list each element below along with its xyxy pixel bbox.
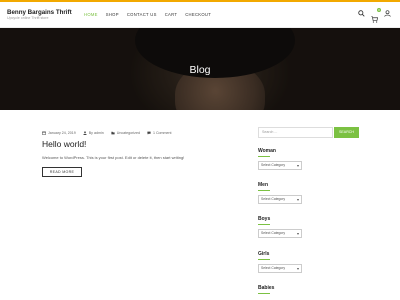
widget-title: Girls xyxy=(258,251,270,257)
nav-shop[interactable]: SHOP xyxy=(106,12,119,17)
cart-count-badge: 0 xyxy=(377,8,381,12)
read-more-button[interactable]: READ MORE xyxy=(42,167,82,177)
widget-underline xyxy=(258,156,270,157)
calendar-icon xyxy=(42,131,46,135)
widget-title: Woman xyxy=(258,148,276,154)
header-icons: 0 xyxy=(352,8,391,23)
page-title: Blog xyxy=(189,64,211,76)
post-category-text: Uncategorized xyxy=(116,131,140,135)
category-select-value: Select Category xyxy=(261,197,286,201)
search-icon[interactable] xyxy=(358,10,365,17)
site-header: Benny Bargains Thrift Upcycle online Thr… xyxy=(0,2,400,28)
widget-woman: Woman Select Category xyxy=(258,148,358,170)
post-title[interactable]: Hello world! xyxy=(42,139,86,149)
post-date-text: January 24, 2019 xyxy=(48,131,76,135)
cart-button[interactable]: 0 xyxy=(371,8,381,23)
category-select[interactable]: Select Category xyxy=(258,161,302,170)
post-comments-text: 1 Comment xyxy=(152,131,172,135)
site-tagline: Upcycle online Thrift store xyxy=(7,16,49,20)
search-input[interactable]: Search ... xyxy=(258,127,333,138)
category-select[interactable]: Select Category xyxy=(258,229,302,238)
category-select[interactable]: Select Category xyxy=(258,195,302,204)
main-nav: HOME SHOP CONTACT US CART CHECKOUT xyxy=(84,12,219,17)
post-category[interactable]: Uncategorized xyxy=(111,131,140,135)
nav-checkout[interactable]: CHECKOUT xyxy=(185,12,211,17)
widget-babies: Babies xyxy=(258,285,358,294)
user-icon xyxy=(83,131,87,135)
widget-underline xyxy=(258,224,270,225)
hero-banner: Blog xyxy=(0,28,400,110)
nav-cart[interactable]: CART xyxy=(165,12,178,17)
category-select[interactable]: Select Category xyxy=(258,264,302,273)
category-select-value: Select Category xyxy=(261,266,286,270)
widget-boys: Boys Select Category xyxy=(258,216,358,238)
post-meta: January 24, 2019 By admin Uncategorized … xyxy=(42,131,179,135)
user-icon[interactable] xyxy=(384,10,391,17)
comment-icon xyxy=(147,131,151,135)
category-select-value: Select Category xyxy=(261,231,286,235)
folder-icon xyxy=(111,131,115,135)
chevron-down-icon xyxy=(297,268,299,270)
post-date[interactable]: January 24, 2019 xyxy=(42,131,76,135)
post-comments[interactable]: 1 Comment xyxy=(147,131,172,135)
site-title[interactable]: Benny Bargains Thrift xyxy=(7,9,72,16)
chevron-down-icon xyxy=(297,233,299,235)
brand: Benny Bargains Thrift Upcycle online Thr… xyxy=(7,9,72,21)
chevron-down-icon xyxy=(297,165,299,167)
cart-icon xyxy=(371,16,379,23)
nav-contact-us[interactable]: CONTACT US xyxy=(127,12,157,17)
widget-underline xyxy=(258,293,270,294)
widget-underline xyxy=(258,190,270,191)
widget-girls: Girls Select Category xyxy=(258,251,358,273)
nav-home[interactable]: HOME xyxy=(84,12,98,17)
widget-title: Babies xyxy=(258,285,275,291)
widget-underline xyxy=(258,259,270,260)
category-select-value: Select Category xyxy=(261,163,286,167)
widget-title: Men xyxy=(258,182,268,188)
post-excerpt: Welcome to WordPress. This is your first… xyxy=(42,155,185,160)
widget-men: Men Select Category xyxy=(258,182,358,204)
post-author[interactable]: By admin xyxy=(83,131,104,135)
post-author-text: By admin xyxy=(88,131,104,135)
widget-title: Boys xyxy=(258,216,271,222)
search-button[interactable]: SEARCH xyxy=(334,127,359,138)
chevron-down-icon xyxy=(297,199,299,201)
